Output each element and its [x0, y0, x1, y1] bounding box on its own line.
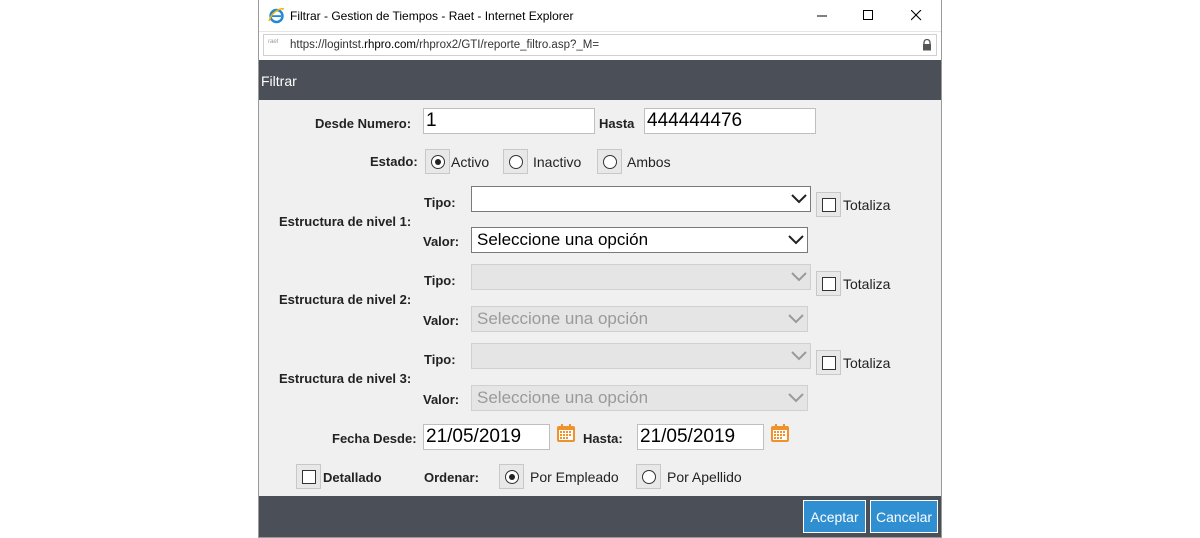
- chevron-down-icon: [788, 393, 804, 403]
- hasta-numero-label: Hasta: [599, 116, 635, 131]
- url-field[interactable]: raet https://logintst.rhpro.com/rhprox2/…: [263, 34, 937, 56]
- fecha-hasta-label: Hasta:: [583, 431, 623, 446]
- tipo-3-label: Tipo:: [424, 352, 456, 367]
- dialog-header: Filtrar: [259, 60, 941, 100]
- totaliza-2-label: Totaliza: [843, 276, 891, 292]
- estado-inactivo-radio[interactable]: [503, 149, 528, 174]
- totaliza-1-checkbox[interactable]: [816, 192, 841, 217]
- totaliza-3-checkbox[interactable]: [816, 350, 841, 375]
- desde-numero-input[interactable]: 1: [423, 108, 595, 134]
- site-favicon: raet: [268, 39, 279, 45]
- estructura-1-label: Estructura de nivel 1:: [279, 214, 412, 229]
- valor-2-select[interactable]: Seleccione una opción: [471, 306, 808, 332]
- valor-1-select[interactable]: Seleccione una opción: [471, 227, 808, 253]
- valor-1-label: Valor:: [423, 234, 460, 249]
- minimize-icon: [816, 15, 827, 17]
- dialog-footer: Aceptar Cancelar: [259, 496, 941, 537]
- desde-numero-label: Desde Numero:: [315, 116, 412, 131]
- calendar-icon[interactable]: [770, 423, 790, 443]
- detallado-label: Detallado: [323, 470, 382, 485]
- estado-label: Estado:: [370, 154, 418, 169]
- totaliza-3-label: Totaliza: [843, 355, 891, 371]
- title-bar: Filtrar - Gestion de Tiempos - Raet - In…: [259, 0, 941, 31]
- totaliza-2-checkbox[interactable]: [816, 271, 841, 296]
- radio-selected-dot: [434, 158, 441, 165]
- estado-ambos-label: Ambos: [627, 154, 671, 170]
- tipo-2-label: Tipo:: [424, 273, 456, 288]
- address-bar: raet https://logintst.rhpro.com/rhprox2/…: [259, 31, 941, 60]
- fecha-hasta-input[interactable]: 21/05/2019: [637, 424, 764, 450]
- aceptar-button[interactable]: Aceptar: [803, 500, 866, 533]
- url-text: https://logintst.rhpro.com/rhprox2/GTI/r…: [290, 39, 600, 51]
- chevron-down-icon: [791, 194, 807, 204]
- close-button[interactable]: [893, 0, 939, 31]
- close-icon: [910, 10, 921, 21]
- valor-2-label: Valor:: [423, 313, 460, 328]
- window-title: Filtrar - Gestion de Tiempos - Raet - In…: [290, 9, 574, 23]
- calendar-icon[interactable]: [556, 423, 576, 443]
- hasta-numero-input[interactable]: 444444476: [644, 108, 816, 134]
- internet-explorer-icon: [268, 8, 285, 24]
- tipo-1-label: Tipo:: [424, 195, 456, 210]
- estado-ambos-radio[interactable]: [597, 149, 622, 174]
- radio-selected-dot: [508, 473, 515, 480]
- chevron-down-icon: [788, 235, 804, 245]
- maximize-icon: [862, 10, 873, 20]
- ordenar-label: Ordenar:: [424, 470, 479, 485]
- chevron-down-icon: [788, 314, 804, 324]
- dialog-title: Filtrar: [261, 73, 297, 89]
- maximize-button[interactable]: [845, 0, 891, 31]
- tipo-2-select[interactable]: [471, 264, 811, 290]
- valor-3-label: Valor:: [423, 392, 460, 407]
- fecha-desde-label: Fecha Desde:: [332, 431, 417, 446]
- estructura-2-label: Estructura de nivel 2:: [279, 292, 412, 307]
- ordenar-por-apellido-label: Por Apellido: [667, 469, 742, 485]
- detallado-checkbox[interactable]: [296, 464, 321, 489]
- ordenar-por-empleado-radio[interactable]: [499, 464, 524, 489]
- minimize-button[interactable]: [799, 0, 845, 31]
- ordenar-por-apellido-radio[interactable]: [636, 464, 661, 489]
- ordenar-por-empleado-label: Por Empleado: [530, 469, 619, 485]
- cancelar-button[interactable]: Cancelar: [870, 500, 938, 533]
- estado-inactivo-label: Inactivo: [533, 154, 582, 170]
- estructura-3-label: Estructura de nivel 3:: [279, 371, 412, 386]
- tipo-3-select[interactable]: [471, 343, 811, 369]
- fecha-desde-input[interactable]: 21/05/2019: [423, 424, 550, 450]
- totaliza-1-label: Totaliza: [843, 197, 891, 213]
- chevron-down-icon: [791, 272, 807, 282]
- estado-activo-radio[interactable]: [425, 149, 450, 174]
- valor-3-select[interactable]: Seleccione una opción: [471, 385, 808, 411]
- lock-icon: [923, 39, 931, 51]
- tipo-1-select[interactable]: [471, 186, 811, 212]
- chevron-down-icon: [791, 351, 807, 361]
- popup-window: Filtrar - Gestion de Tiempos - Raet - In…: [258, 0, 942, 538]
- estado-activo-label: Activo: [451, 154, 490, 170]
